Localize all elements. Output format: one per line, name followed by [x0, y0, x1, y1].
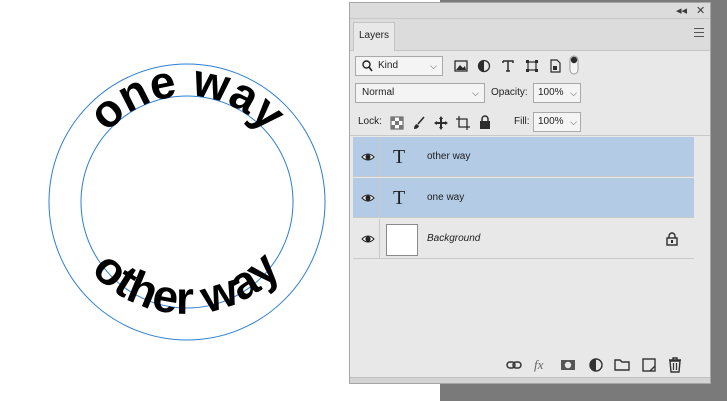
- blend-mode-value: Normal: [362, 87, 395, 98]
- tab-layers[interactable]: Layers: [353, 22, 395, 51]
- lock-transparent-pixels-icon[interactable]: [390, 116, 404, 130]
- eye-icon[interactable]: [361, 150, 375, 164]
- other-way-text: other way: [84, 241, 289, 324]
- fx-icon[interactable]: fx: [534, 357, 550, 373]
- fill-field[interactable]: 100% ⌵: [533, 112, 581, 132]
- opacity-value: 100%: [538, 87, 564, 98]
- layers-list: T other way T one way Background: [353, 137, 694, 359]
- panel-bottom-toolbar: fx: [350, 353, 710, 377]
- filter-kind-label: Kind: [378, 60, 399, 71]
- lock-fill-row: Lock: Fill: 100% ⌵: [350, 108, 710, 136]
- layer-one-way[interactable]: T one way: [353, 178, 694, 218]
- panel-title-bar[interactable]: ◂◂ ✕: [350, 3, 710, 19]
- panel-tab-row: Layers: [350, 19, 710, 51]
- adjustment-filter-icon[interactable]: [477, 59, 491, 73]
- fill-label: Fill:: [514, 116, 530, 127]
- new-layer-icon[interactable]: [641, 357, 657, 373]
- opacity-field[interactable]: 100% ⌵: [533, 83, 581, 103]
- chevron-down-icon: ⌵: [430, 61, 437, 71]
- adjustment-layer-icon[interactable]: [588, 357, 604, 373]
- text-layer-thumbnail-icon: T: [393, 146, 406, 168]
- link-layers-icon[interactable]: [506, 357, 522, 373]
- eye-icon[interactable]: [361, 191, 375, 205]
- lock-icon[interactable]: [666, 232, 678, 246]
- layer-name[interactable]: other way: [427, 150, 470, 164]
- blend-opacity-row: Normal ⌵ Opacity: 100% ⌵: [350, 81, 710, 105]
- smart-object-filter-icon[interactable]: [548, 59, 562, 73]
- search-icon: [362, 60, 373, 72]
- layer-other-way[interactable]: T other way: [353, 137, 694, 177]
- one-way-text: one way: [78, 53, 296, 140]
- filter-kind-dropdown[interactable]: Kind ⌵: [355, 56, 443, 76]
- layer-background[interactable]: Background: [353, 219, 694, 259]
- layer-name[interactable]: Background: [427, 232, 480, 246]
- panel-resize-grip[interactable]: [350, 377, 710, 383]
- image-filter-icon[interactable]: [454, 59, 468, 73]
- layer-name[interactable]: one way: [427, 191, 464, 205]
- background-thumbnail: [386, 224, 418, 256]
- artboard-lock-icon[interactable]: [456, 116, 470, 130]
- layers-panel: ◂◂ ✕ Layers Kind ⌵ Normal ⌵ Opacity: 100…: [349, 2, 711, 384]
- fill-value: 100%: [538, 116, 564, 127]
- chevron-down-icon[interactable]: ⌵: [570, 113, 577, 131]
- brush-icon[interactable]: [412, 116, 426, 130]
- shape-filter-icon[interactable]: [525, 59, 539, 73]
- layer-filter-row: Kind ⌵: [350, 52, 710, 80]
- collapse-panel-button[interactable]: ◂◂: [676, 4, 687, 18]
- opacity-label: Opacity:: [491, 87, 528, 98]
- text-layer-thumbnail-icon: T: [393, 187, 406, 209]
- group-folder-icon[interactable]: [614, 357, 630, 373]
- filter-toggle-icon[interactable]: [569, 55, 579, 75]
- close-panel-button[interactable]: ✕: [696, 4, 705, 18]
- eye-icon[interactable]: [361, 232, 375, 246]
- blend-mode-dropdown[interactable]: Normal ⌵: [355, 83, 485, 103]
- mask-icon[interactable]: [560, 357, 576, 373]
- type-filter-icon[interactable]: [501, 59, 515, 73]
- lock-label: Lock:: [358, 116, 382, 127]
- panel-menu-icon[interactable]: [694, 28, 704, 37]
- chevron-down-icon: ⌵: [472, 88, 479, 98]
- chevron-down-icon[interactable]: ⌵: [570, 84, 577, 102]
- move-icon[interactable]: [434, 116, 448, 130]
- lock-all-icon[interactable]: [478, 115, 492, 129]
- delete-layer-icon[interactable]: [667, 357, 683, 373]
